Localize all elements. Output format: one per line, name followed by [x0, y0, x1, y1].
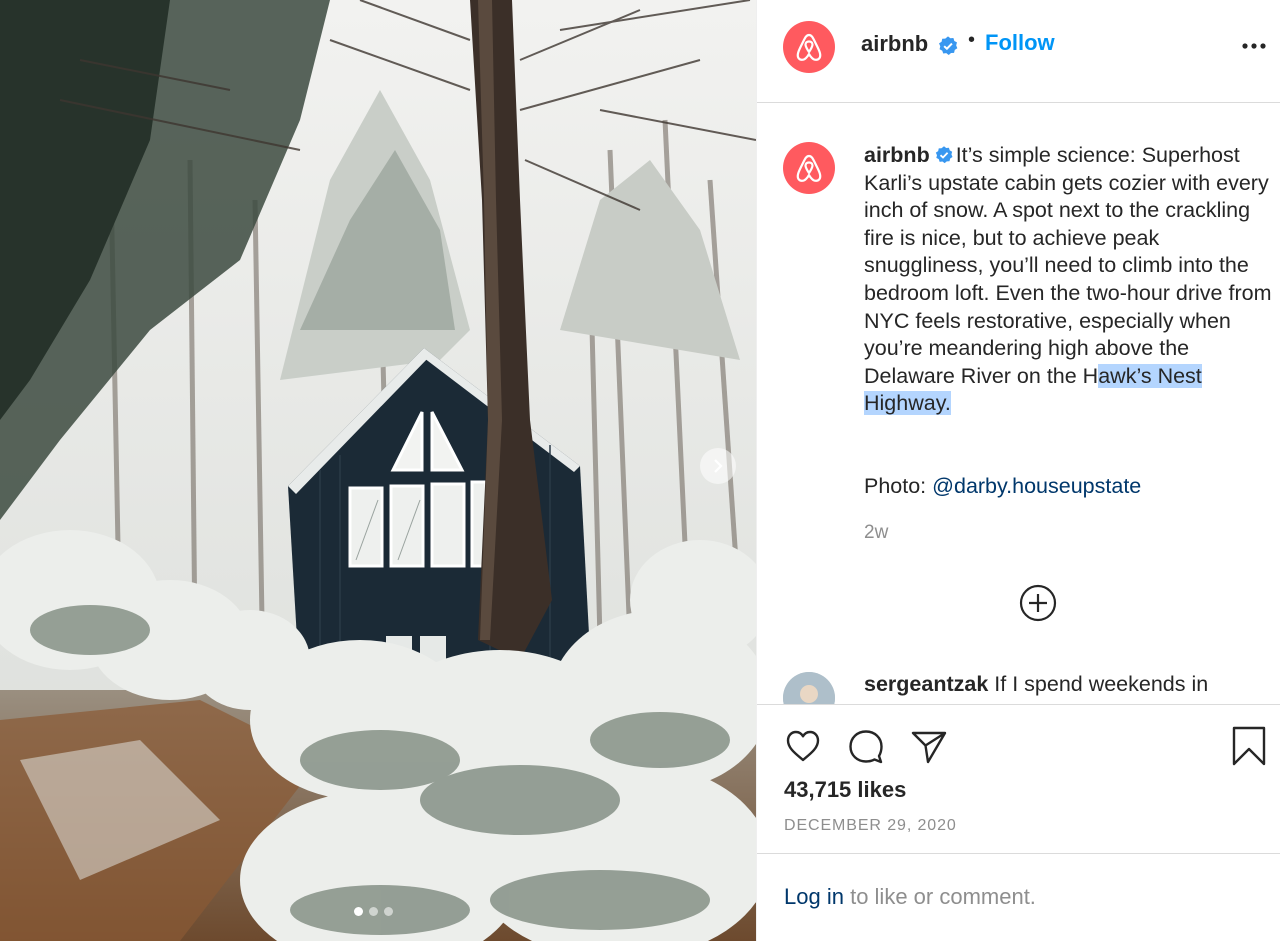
airbnb-logo-icon	[796, 33, 822, 61]
likes-count[interactable]: 43,715 likes	[784, 777, 906, 803]
snowy-cabin-photo	[0, 0, 756, 941]
post-date[interactable]: DECEMBER 29, 2020	[784, 817, 957, 835]
log-in-link[interactable]: Log in	[784, 884, 844, 909]
comment-bubble-icon[interactable]	[845, 725, 887, 767]
post-actions: 43,715 likes DECEMBER 29, 2020	[757, 704, 1280, 853]
separator-dot: •	[968, 29, 976, 51]
verified-badge-icon	[939, 36, 958, 55]
follow-button[interactable]: Follow	[985, 30, 1055, 56]
airbnb-logo-icon	[796, 154, 822, 182]
photo-credit-label: Photo:	[864, 474, 927, 498]
share-send-icon[interactable]	[908, 725, 950, 767]
next-slide-button[interactable]	[700, 448, 736, 484]
avatar[interactable]	[783, 142, 835, 194]
comment-username[interactable]: sergeantzak	[864, 672, 988, 696]
avatar[interactable]	[783, 21, 835, 73]
username[interactable]: airbnb	[861, 31, 928, 57]
comment-text: If I spend weekends in	[994, 672, 1209, 696]
like-heart-icon[interactable]	[782, 725, 824, 767]
load-more-comments-icon[interactable]	[1019, 584, 1057, 622]
verified-badge-icon	[935, 146, 953, 163]
avatar[interactable]	[783, 672, 835, 704]
comments-section[interactable]: airbnb It’s simple science: Superhost Kar…	[757, 104, 1280, 704]
chevron-right-icon	[714, 459, 723, 473]
mention-link[interactable]: @darby.houseupstate	[932, 474, 1141, 498]
login-prompt: Log in to like or comment.	[757, 853, 1280, 941]
caption-username[interactable]: airbnb	[864, 143, 930, 167]
login-prompt-rest: to like or comment.	[850, 884, 1036, 909]
login-prompt-text: Log in to like or comment.	[784, 884, 1036, 910]
comment: sergeantzak If I spend weekends in	[864, 672, 1208, 697]
post-photo[interactable]	[0, 0, 756, 941]
carousel-dot	[369, 907, 378, 916]
carousel-dots	[354, 907, 393, 916]
more-options-icon[interactable]	[1241, 38, 1267, 54]
user-photo-icon	[783, 672, 835, 704]
carousel-dot	[354, 907, 363, 916]
carousel-dot	[384, 907, 393, 916]
post-header: airbnb • Follow	[757, 0, 1280, 103]
post-age[interactable]: 2w	[864, 522, 888, 544]
caption-text: It’s simple science: Superhost Karli’s u…	[864, 143, 1272, 388]
post-details-panel: airbnb • Follow airbnb It’s simple scienc…	[756, 0, 1280, 941]
bookmark-save-icon[interactable]	[1228, 725, 1270, 767]
photo-credit: Photo: @darby.houseupstate	[864, 474, 1141, 499]
post-caption: airbnb It’s simple science: Superhost Kar…	[864, 142, 1276, 418]
